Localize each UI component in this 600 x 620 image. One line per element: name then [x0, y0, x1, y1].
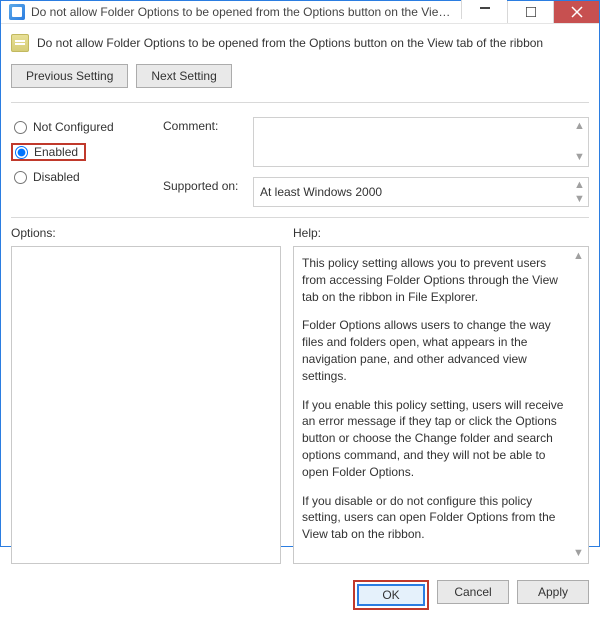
previous-setting-button[interactable]: Previous Setting — [11, 64, 128, 88]
help-paragraph: If you disable or do not configure this … — [302, 493, 566, 543]
scroll-up-icon[interactable]: ▲ — [574, 118, 585, 135]
supported-scrollbar: ▲ ▼ — [571, 178, 588, 206]
panels: This policy setting allows you to preven… — [11, 246, 589, 564]
radio-disabled[interactable]: Disabled — [11, 169, 151, 185]
radio-not-configured-input[interactable] — [14, 121, 27, 134]
radio-disabled-input[interactable] — [14, 171, 27, 184]
radio-enabled-label: Enabled — [34, 145, 78, 159]
separator — [11, 217, 589, 218]
cancel-button[interactable]: Cancel — [437, 580, 509, 604]
help-panel: This policy setting allows you to preven… — [293, 246, 589, 564]
config-row: Not Configured Enabled Disabled Comment:… — [11, 117, 589, 207]
policy-icon — [11, 34, 29, 52]
panel-labels: Options: Help: — [11, 226, 589, 240]
close-button[interactable] — [553, 1, 599, 23]
radio-not-configured[interactable]: Not Configured — [11, 119, 151, 135]
scroll-down-icon: ▼ — [574, 192, 585, 206]
radio-disabled-label: Disabled — [33, 170, 80, 184]
scroll-down-icon[interactable]: ▼ — [574, 149, 585, 166]
help-scrollbar[interactable]: ▲ ▼ — [570, 248, 587, 562]
help-paragraph: Folder Options allows users to change th… — [302, 317, 566, 384]
supported-row: Supported on: At least Windows 2000 ▲ ▼ — [163, 177, 589, 207]
help-label: Help: — [293, 226, 589, 240]
supported-value: At least Windows 2000 — [260, 185, 382, 199]
help-paragraph: If you enable this policy setting, users… — [302, 397, 566, 481]
policy-editor-window: Do not allow Folder Options to be opened… — [0, 0, 600, 547]
scroll-down-icon[interactable]: ▼ — [573, 545, 584, 562]
comment-scrollbar[interactable]: ▲ ▼ — [571, 118, 588, 166]
supported-label: Supported on: — [163, 177, 243, 193]
scroll-up-icon[interactable]: ▲ — [573, 248, 584, 265]
comment-label: Comment: — [163, 117, 243, 133]
window-title: Do not allow Folder Options to be opened… — [31, 5, 461, 19]
nav-buttons: Previous Setting Next Setting — [11, 64, 589, 88]
titlebar[interactable]: Do not allow Folder Options to be opened… — [1, 1, 599, 24]
radio-enabled[interactable]: Enabled — [11, 143, 86, 161]
state-radios: Not Configured Enabled Disabled — [11, 117, 151, 185]
maximize-button[interactable] — [507, 1, 553, 23]
options-label: Options: — [11, 226, 281, 240]
comment-row: Comment: ▲ ▼ — [163, 117, 589, 167]
next-setting-button[interactable]: Next Setting — [136, 64, 231, 88]
app-icon — [9, 4, 25, 20]
scroll-up-icon: ▲ — [574, 178, 585, 192]
comment-input[interactable]: ▲ ▼ — [253, 117, 589, 167]
field-column: Comment: ▲ ▼ Supported on: At least Wind… — [163, 117, 589, 207]
apply-button[interactable]: Apply — [517, 580, 589, 604]
dialog-footer: OK Cancel Apply — [11, 570, 589, 610]
client-area: Do not allow Folder Options to be opened… — [1, 24, 599, 620]
policy-title: Do not allow Folder Options to be opened… — [37, 36, 543, 50]
supported-value-box: At least Windows 2000 ▲ ▼ — [253, 177, 589, 207]
ok-highlight: OK — [353, 580, 429, 610]
help-paragraph: This policy setting allows you to preven… — [302, 255, 566, 305]
separator — [11, 102, 589, 103]
policy-header: Do not allow Folder Options to be opened… — [11, 32, 589, 58]
radio-enabled-input[interactable] — [15, 146, 28, 159]
radio-not-configured-label: Not Configured — [33, 120, 114, 134]
ok-button[interactable]: OK — [357, 584, 425, 606]
minimize-button[interactable] — [461, 0, 507, 19]
options-panel — [11, 246, 281, 564]
